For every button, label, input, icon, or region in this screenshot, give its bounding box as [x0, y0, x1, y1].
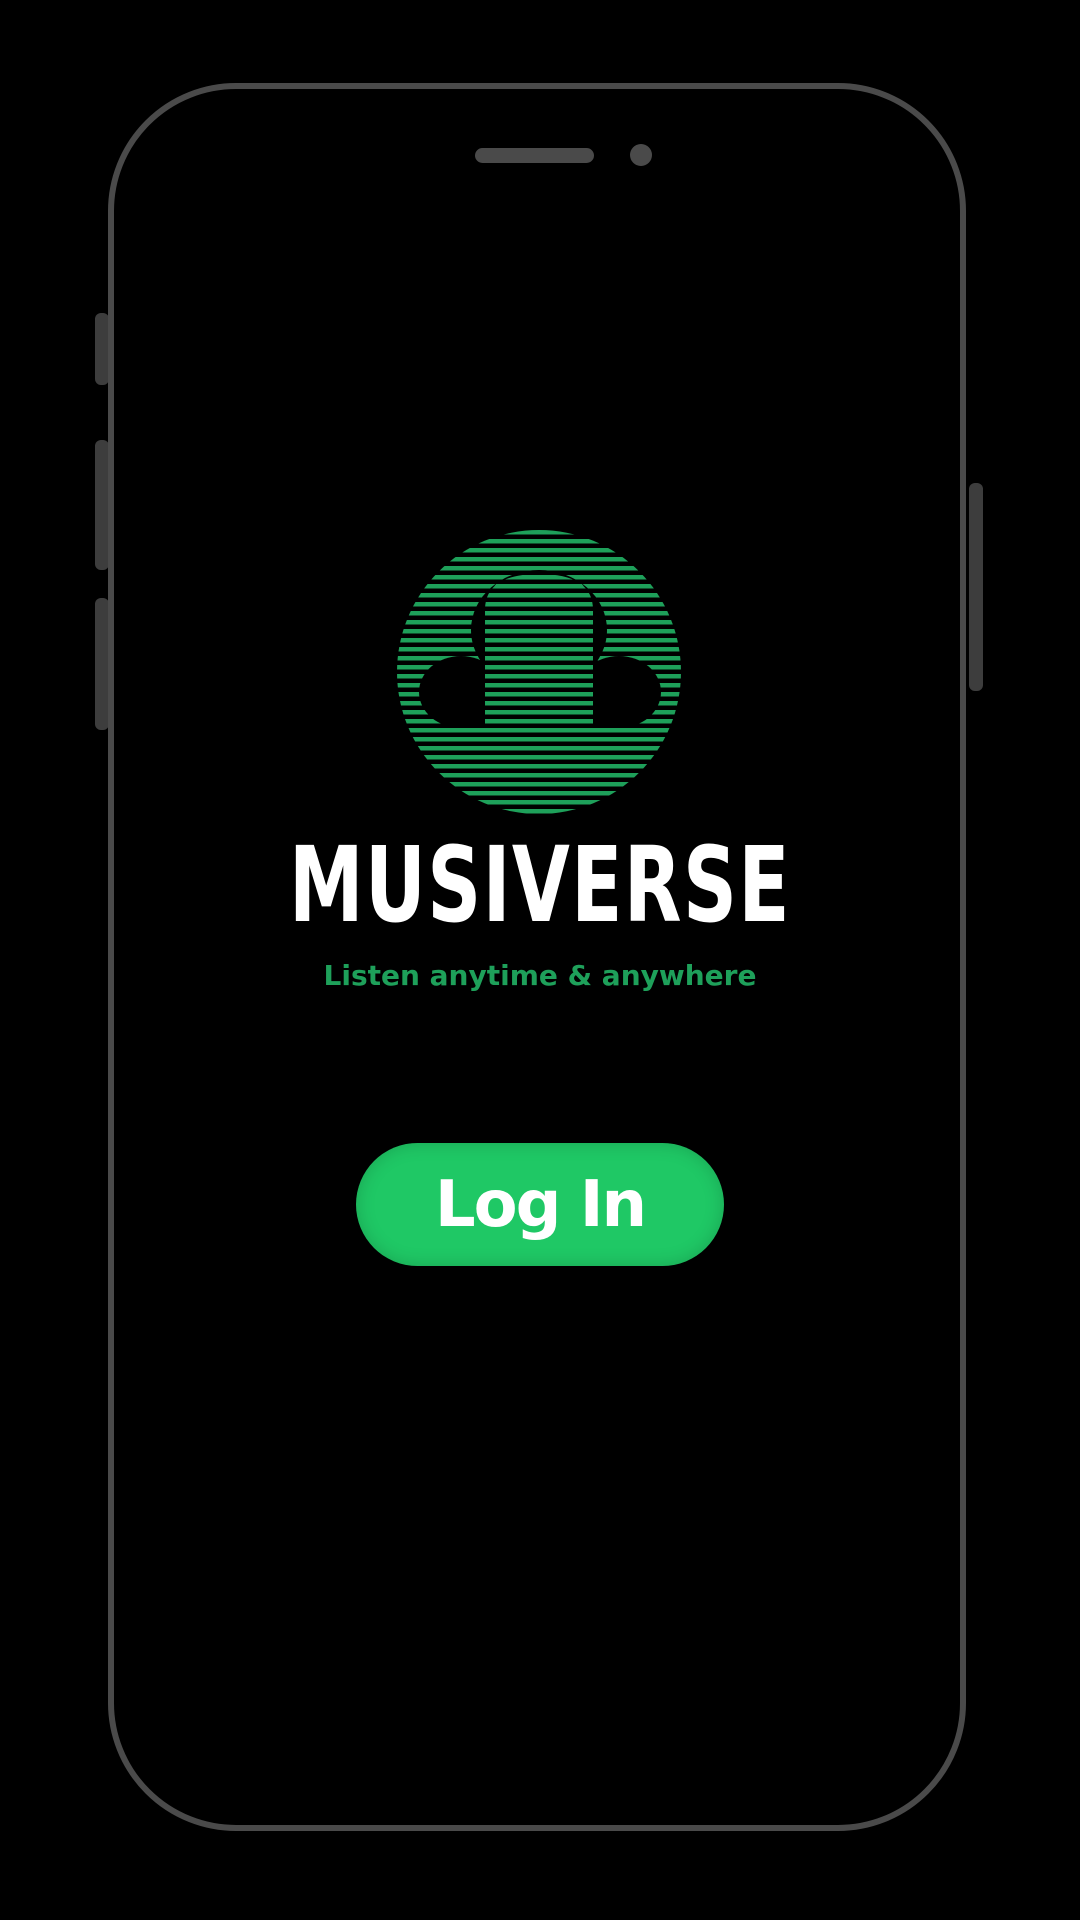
headphones-cloud-icon — [397, 530, 681, 814]
login-button-label: Log In — [434, 1167, 647, 1242]
front-camera — [630, 144, 652, 166]
app-title: MUSIVERSE — [289, 824, 791, 946]
speaker-grille — [475, 148, 594, 163]
screen: MUSIVERSE Listen anytime & anywhere Log … — [0, 0, 1080, 1920]
mute-switch — [95, 313, 109, 385]
power-button — [969, 483, 983, 691]
login-button[interactable]: Log In — [356, 1143, 724, 1266]
volume-up-button — [95, 440, 109, 570]
app-tagline: Listen anytime & anywhere — [323, 959, 757, 992]
volume-down-button — [95, 598, 109, 730]
phone-frame — [108, 83, 966, 1831]
